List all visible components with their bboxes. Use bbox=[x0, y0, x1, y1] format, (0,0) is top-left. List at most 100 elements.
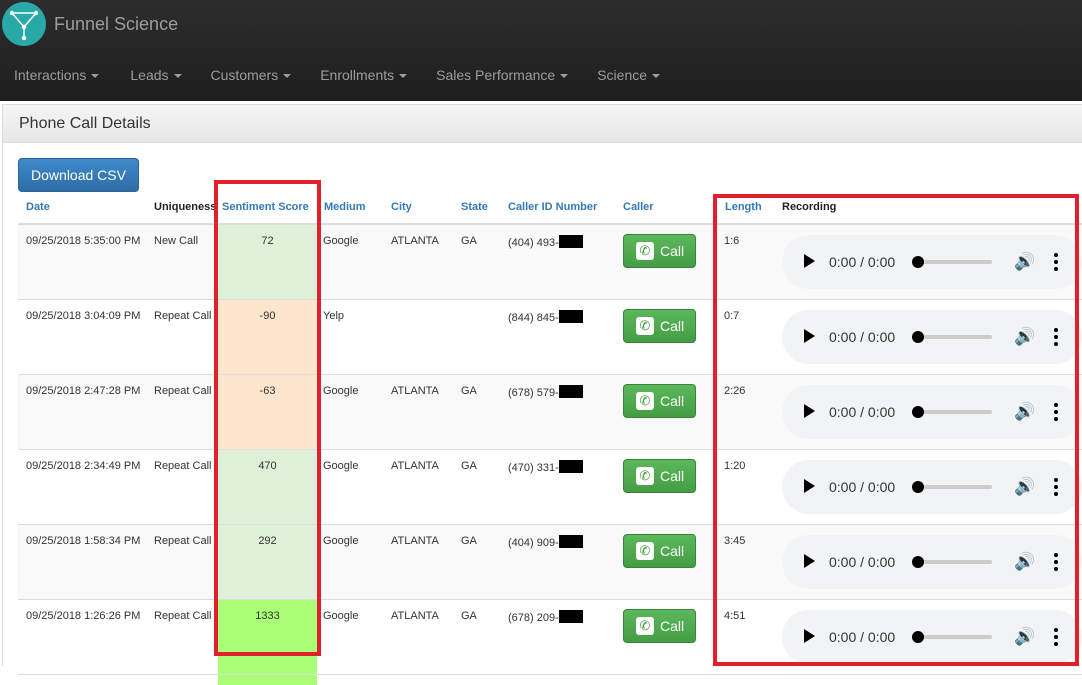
nav-label: Leads bbox=[130, 67, 169, 83]
panel-title: Phone Call Details bbox=[19, 115, 151, 132]
uniqueness-cell: New Call bbox=[154, 235, 199, 247]
redacted-block bbox=[558, 460, 583, 473]
date-cell: 09/25/2018 2:34:49 PM bbox=[26, 460, 141, 472]
phone-icon: ✆ bbox=[636, 542, 654, 560]
app-title[interactable]: Funnel Science bbox=[54, 14, 178, 35]
redacted-block bbox=[558, 310, 583, 323]
main-nav: Interactions Leads Customers Enrollments… bbox=[0, 55, 675, 95]
city-cell: ATLANTA bbox=[391, 610, 439, 622]
uniqueness-cell: Repeat Call bbox=[154, 535, 212, 547]
call-button-label: Call bbox=[660, 393, 685, 409]
date-cell: 09/25/2018 5:35:00 PM bbox=[26, 235, 141, 247]
nav-label: Interactions bbox=[14, 67, 87, 83]
funnel-logo-icon[interactable] bbox=[2, 2, 46, 46]
state-cell: GA bbox=[461, 385, 477, 397]
nav-label: Sales Performance bbox=[436, 67, 556, 83]
sentiment-cell-partial bbox=[218, 675, 317, 685]
caller-id-cell: (404) 493- bbox=[508, 235, 583, 249]
nav-sales-performance[interactable]: Sales Performance bbox=[422, 55, 583, 95]
medium-cell: Google bbox=[323, 235, 359, 247]
panel-heading bbox=[3, 105, 1082, 143]
medium-cell: Google bbox=[323, 535, 359, 547]
caller-id-number: (404) 493- bbox=[508, 237, 559, 249]
nav-label: Science bbox=[597, 67, 648, 83]
caller-id-cell: (470) 331- bbox=[508, 460, 583, 474]
caller-id-cell: (678) 209- bbox=[508, 610, 583, 624]
caller-id-cell: (678) 579- bbox=[508, 385, 583, 399]
call-button[interactable]: ✆ Call bbox=[623, 459, 696, 493]
call-button-label: Call bbox=[660, 468, 685, 484]
caret-down-icon bbox=[173, 74, 182, 79]
top-navbar: Funnel Science Interactions Leads Custom… bbox=[0, 0, 1082, 101]
nav-customers[interactable]: Customers bbox=[197, 55, 307, 95]
call-button-label: Call bbox=[660, 543, 685, 559]
uniqueness-cell: Repeat Call bbox=[154, 310, 212, 322]
call-button[interactable]: ✆ Call bbox=[623, 309, 696, 343]
phone-icon: ✆ bbox=[636, 317, 654, 335]
sentiment-highlight-box bbox=[214, 180, 321, 656]
redacted-block bbox=[558, 535, 583, 548]
column-header-medium[interactable]: Medium bbox=[324, 201, 366, 213]
recording-highlight-box bbox=[713, 194, 1079, 666]
caret-down-icon bbox=[652, 74, 661, 79]
city-cell: ATLANTA bbox=[391, 235, 439, 247]
call-button[interactable]: ✆ Call bbox=[623, 534, 696, 568]
redacted-block bbox=[558, 385, 583, 398]
call-button-label: Call bbox=[660, 618, 685, 634]
call-button[interactable]: ✆ Call bbox=[623, 384, 696, 418]
caret-down-icon bbox=[283, 74, 292, 79]
caret-down-icon bbox=[560, 74, 569, 79]
nav-label: Enrollments bbox=[320, 67, 395, 83]
caller-id-number: (678) 209- bbox=[508, 612, 559, 624]
medium-cell: Google bbox=[323, 385, 359, 397]
call-button-label: Call bbox=[660, 318, 685, 334]
column-header-city[interactable]: City bbox=[391, 201, 412, 213]
date-cell: 09/25/2018 1:58:34 PM bbox=[26, 535, 141, 547]
redacted-block bbox=[558, 610, 583, 623]
state-cell: GA bbox=[461, 610, 477, 622]
date-cell: 09/25/2018 3:04:09 PM bbox=[26, 310, 141, 322]
city-cell: ATLANTA bbox=[391, 535, 439, 547]
nav-enrollments[interactable]: Enrollments bbox=[306, 55, 422, 95]
caller-id-number: (844) 845- bbox=[508, 312, 559, 324]
phone-icon: ✆ bbox=[636, 467, 654, 485]
medium-cell: Yelp bbox=[323, 310, 345, 322]
column-header-state[interactable]: State bbox=[461, 201, 488, 213]
medium-cell: Google bbox=[323, 610, 359, 622]
state-cell: GA bbox=[461, 535, 477, 547]
caret-down-icon bbox=[91, 74, 100, 79]
row-divider bbox=[18, 674, 1082, 675]
state-cell: GA bbox=[461, 235, 477, 247]
caller-id-number: (470) 331- bbox=[508, 462, 559, 474]
state-cell: GA bbox=[461, 460, 477, 472]
uniqueness-cell: Repeat Call bbox=[154, 460, 212, 472]
uniqueness-cell: Repeat Call bbox=[154, 385, 212, 397]
caret-down-icon bbox=[399, 74, 408, 79]
date-cell: 09/25/2018 2:47:28 PM bbox=[26, 385, 141, 397]
nav-leads[interactable]: Leads bbox=[116, 55, 196, 95]
nav-interactions[interactable]: Interactions bbox=[0, 55, 114, 95]
column-header-caller[interactable]: Caller bbox=[623, 201, 654, 213]
column-header-caller-id-number[interactable]: Caller ID Number bbox=[508, 201, 597, 213]
phone-icon: ✆ bbox=[636, 392, 654, 410]
download-csv-button[interactable]: Download CSV bbox=[18, 158, 139, 192]
column-header-uniqueness: Uniqueness bbox=[154, 201, 217, 213]
redacted-block bbox=[558, 235, 583, 248]
nav-label: Customers bbox=[210, 67, 279, 83]
caller-id-number: (678) 579- bbox=[508, 387, 559, 399]
city-cell: ATLANTA bbox=[391, 460, 439, 472]
city-cell: ATLANTA bbox=[391, 385, 439, 397]
nav-science[interactable]: Science bbox=[583, 55, 675, 95]
call-button[interactable]: ✆ Call bbox=[623, 609, 696, 643]
caller-id-number: (404) 909- bbox=[508, 537, 559, 549]
uniqueness-cell: Repeat Call bbox=[154, 610, 212, 622]
column-header-date[interactable]: Date bbox=[26, 201, 50, 213]
phone-icon: ✆ bbox=[636, 617, 654, 635]
caller-id-cell: (844) 845- bbox=[508, 310, 583, 324]
medium-cell: Google bbox=[323, 460, 359, 472]
caller-id-cell: (404) 909- bbox=[508, 535, 583, 549]
phone-icon: ✆ bbox=[636, 242, 654, 260]
date-cell: 09/25/2018 1:26:26 PM bbox=[26, 610, 141, 622]
call-button-label: Call bbox=[660, 243, 685, 259]
call-button[interactable]: ✆ Call bbox=[623, 234, 696, 268]
